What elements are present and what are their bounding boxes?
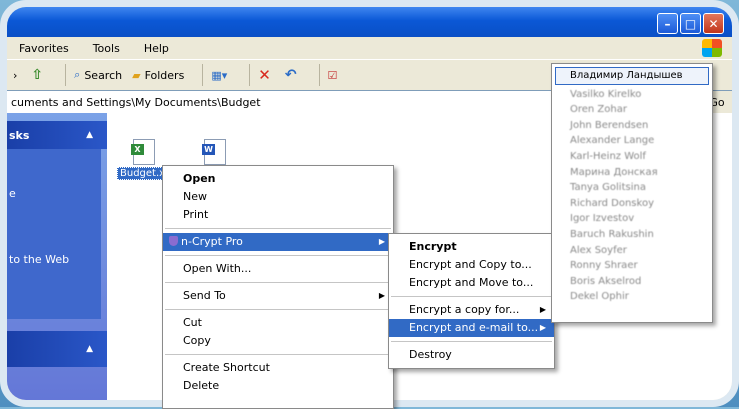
menu-favorites[interactable]: Favorites [19, 42, 69, 55]
properties-icon: ☑ [327, 68, 338, 82]
recipient-item[interactable]: Alex Soyfer [552, 243, 712, 259]
delete-x-icon: ✕ [258, 66, 271, 84]
submenu-arrow-icon: ▶ [378, 237, 385, 246]
recipient-item[interactable]: Baruch Rakushin [552, 227, 712, 243]
recipient-item[interactable]: John Berendsen [552, 118, 712, 134]
word-file-icon: W [202, 139, 226, 165]
encrypt-email-label: Encrypt and e-mail to... [409, 321, 539, 334]
ncrypt-submenu: Encrypt Encrypt and Copy to... Encrypt a… [388, 233, 555, 369]
menu-help[interactable]: Help [144, 42, 169, 55]
folders-button[interactable]: ▰ Folders [132, 69, 184, 82]
menu-bar: Favorites Tools Help [7, 37, 732, 59]
search-icon: ⌕ [74, 68, 81, 81]
search-label: Search [84, 68, 123, 82]
close-button[interactable]: ✕ [703, 13, 724, 34]
submenu-arrow-icon: ▶ [378, 291, 385, 300]
encrypt-copy-for-label: Encrypt a copy for... [409, 303, 520, 316]
minimize-button[interactable]: – [657, 13, 678, 34]
task-header-label: sks [9, 128, 30, 142]
recipient-item[interactable]: Владимир Ландышев [555, 67, 709, 85]
submenu-encrypt-email[interactable]: Encrypt and e-mail to... ▶ [389, 319, 554, 337]
recipient-item[interactable]: Dekel Ophir [552, 289, 712, 305]
menu-item-create-shortcut[interactable]: Create Shortcut [163, 359, 393, 377]
menu-item-cut[interactable]: Cut [163, 314, 393, 332]
task-panel: e to the Web [7, 149, 101, 319]
recipient-item[interactable]: Richard Donskoy [552, 196, 712, 212]
task-header[interactable]: sks ▲ [7, 121, 107, 149]
excel-file-icon: X [130, 139, 155, 165]
address-path[interactable]: cuments and Settings\My Documents\Budget [7, 96, 261, 109]
recipient-item[interactable]: Alexander Lange [552, 133, 712, 149]
submenu-encrypt-copy[interactable]: Encrypt and Copy to... [389, 256, 554, 274]
ncrypt-label: n-Crypt Pro [181, 235, 243, 248]
task-item-1[interactable]: e [9, 187, 16, 200]
undo-icon: ↶ [284, 67, 297, 83]
search-button[interactable]: ⌕ Search [74, 68, 122, 82]
menu-tools[interactable]: Tools [93, 42, 120, 55]
recipient-item[interactable]: Ronny Shraer [552, 258, 712, 274]
file-doc[interactable]: W [202, 139, 226, 165]
recipient-item[interactable]: Tanya Golitsina [552, 180, 712, 196]
menu-item-send-to[interactable]: Send To ▶ [163, 287, 393, 305]
folders-label: Folders [144, 68, 185, 82]
menu-item-open[interactable]: Open [163, 170, 393, 188]
recipient-item[interactable]: Boris Akselrod [552, 274, 712, 290]
chevron-right-icon: › [13, 68, 18, 82]
collapse-chevron-icon[interactable]: ▲ [86, 130, 93, 140]
submenu-encrypt[interactable]: Encrypt [389, 238, 554, 256]
ncrypt-shield-icon [169, 236, 178, 246]
properties-button[interactable]: ☑ [328, 69, 342, 82]
menu-item-delete[interactable]: Delete [163, 377, 393, 395]
maximize-button[interactable]: □ [680, 13, 701, 34]
up-arrow-icon: ⇧ [31, 67, 44, 83]
context-menu: Open New Print n-Crypt Pro ▶ Open With...… [162, 165, 394, 409]
folder-icon: ▰ [132, 68, 141, 82]
menu-item-ncrypt-pro[interactable]: n-Crypt Pro ▶ [163, 233, 393, 251]
up-folder-button[interactable]: ⇧ [31, 67, 47, 83]
back-button[interactable]: › [13, 69, 21, 82]
recipient-item[interactable]: Igor Izvestov [552, 211, 712, 227]
submenu-encrypt-copy-for[interactable]: Encrypt a copy for... ▶ [389, 301, 554, 319]
menu-item-open-with[interactable]: Open With... [163, 260, 393, 278]
recipient-item[interactable]: Марина Донская [552, 165, 712, 181]
submenu-encrypt-move[interactable]: Encrypt and Move to... [389, 274, 554, 292]
send-to-label: Send To [183, 289, 226, 302]
windows-logo-icon [702, 39, 722, 57]
task-item-publish-web[interactable]: to the Web [9, 253, 69, 266]
recipient-item[interactable]: Oren Zohar [552, 102, 712, 118]
menu-item-copy[interactable]: Copy [163, 332, 393, 350]
submenu-destroy[interactable]: Destroy [389, 346, 554, 364]
undo-button[interactable]: ↶ [285, 67, 301, 83]
task-header-2[interactable]: ▲ [7, 331, 107, 367]
recipient-item[interactable]: Karl-Heinz Wolf [552, 149, 712, 165]
submenu-arrow-icon: ▶ [539, 323, 546, 332]
menu-item-new[interactable]: New [163, 188, 393, 206]
views-button[interactable]: ▦▾ [211, 69, 231, 82]
submenu-arrow-icon: ▶ [539, 305, 546, 314]
recipients-menu: Владимир Ландышев Vasilko Kirelko Oren Z… [551, 63, 713, 323]
recipient-item[interactable]: Vasilko Kirelko [552, 87, 712, 103]
delete-toolbar-button[interactable]: ✕ [258, 66, 275, 84]
task-pane: sks ▲ e to the Web ▲ [7, 113, 107, 400]
views-icon: ▦▾ [211, 68, 228, 82]
menu-item-print[interactable]: Print [163, 206, 393, 224]
title-bar[interactable]: – □ ✕ [7, 7, 732, 37]
collapse-chevron-icon-2[interactable]: ▲ [86, 344, 93, 354]
